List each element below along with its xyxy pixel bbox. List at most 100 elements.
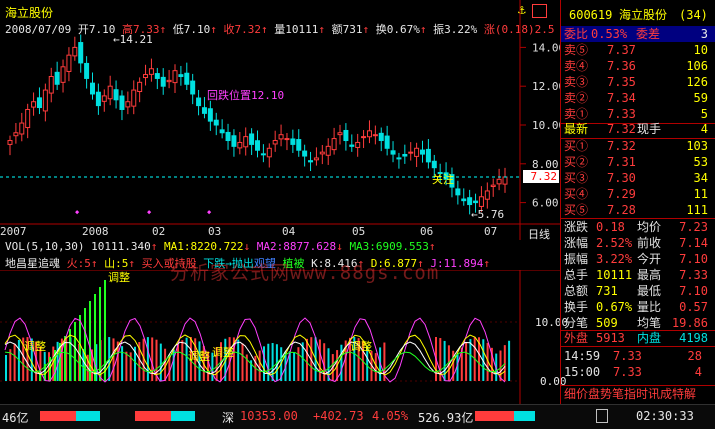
event-marker[interactable]: ◆: [147, 208, 151, 216]
stat-row: 分笔 509 均笔 19.86: [561, 315, 715, 331]
quote-tabs[interactable]: 细价盘势笔指时讯成特解: [561, 386, 715, 402]
adjust-label-3: 调整: [188, 350, 210, 363]
candle-body: [36, 97, 42, 109]
index-label: 深: [222, 411, 235, 425]
time-axis: 2007 2008 02 03 04 05 06 07: [0, 225, 520, 239]
event-marker[interactable]: ◆: [207, 208, 211, 216]
buy-row: 买④ 7.29 11: [561, 186, 715, 202]
candle-body: [284, 138, 290, 141]
candle-body: [54, 71, 60, 85]
index-value: 10353.00: [240, 409, 298, 423]
tick-time: 14:59: [564, 349, 601, 363]
sell-volume: 10: [693, 43, 708, 57]
candle-body: [302, 150, 308, 157]
period-label[interactable]: 日线: [528, 226, 550, 242]
sell-volume: 106: [686, 59, 708, 73]
candle-body: [137, 81, 143, 93]
now-value: 4: [700, 122, 708, 136]
stock-name: 海立股份: [619, 8, 668, 22]
candle-body: [296, 139, 302, 151]
stat-label: 总额: [564, 284, 589, 298]
outer-inner-row: 外盘 5913 内盘 4198: [561, 330, 715, 346]
buy-level-label: 买⑤: [564, 203, 589, 217]
candle-body: [13, 132, 19, 137]
buy-level-label: 买④: [564, 187, 589, 201]
buy-row: 买⑤ 7.28 111: [561, 202, 715, 218]
buy-row: 买③ 7.30 34: [561, 170, 715, 186]
candle-body: [90, 82, 95, 95]
left-breadth-bar: [40, 411, 100, 421]
price-chart[interactable]: 14.00 12.00 10.00 8.00 6.00: [0, 0, 560, 240]
chart-panel[interactable]: 海立股份 2008/07/09 开7.10 高7.33↑ 低7.10↑ 收7.3…: [0, 0, 568, 404]
adjust-label-5: 调整: [350, 340, 372, 353]
tick-volume: 4: [694, 365, 702, 379]
candle-body: [473, 200, 479, 204]
candle-body: [172, 70, 178, 84]
ma2-value: MA2:8877.628: [256, 240, 337, 253]
stat-label: 均笔: [637, 316, 662, 330]
rebound-annotation: 回跌位置12.10: [207, 89, 285, 102]
stat-label: 换手: [564, 300, 589, 314]
stat-label: 今开: [637, 252, 662, 266]
buy-level-label: 买②: [564, 155, 589, 169]
candle-body: [266, 147, 272, 158]
candle-body: [502, 176, 508, 185]
high-mark-label: ←14.21: [113, 33, 153, 46]
candle-body: [113, 89, 119, 101]
candle-body: [107, 85, 113, 100]
x-tick-label: 07: [484, 225, 498, 238]
candle-body: [131, 89, 137, 107]
candle-body: [78, 42, 84, 64]
left-amount: 46亿: [2, 411, 29, 425]
candle-body: [201, 107, 207, 114]
indicator-chart[interactable]: [0, 270, 560, 404]
candle-body: [101, 95, 107, 102]
index-amount: 526.93亿: [418, 411, 474, 425]
tick-volume: 28: [687, 349, 702, 363]
stat-value: 7.10: [679, 252, 708, 266]
buy-row: 买② 7.31 53: [561, 154, 715, 170]
candle-body: [207, 108, 213, 122]
candle-body: [148, 68, 154, 75]
sell-price: 7.34: [607, 91, 636, 105]
stock-code: 600619: [569, 8, 613, 22]
buy-volume: 34: [693, 171, 708, 185]
price-tick-label: 6.00: [532, 197, 559, 210]
candle-body: [343, 129, 349, 142]
candle-body: [372, 134, 378, 137]
candle-body: [95, 91, 101, 107]
quote-panel: 600619 海立股份 (34) 委比 0.53% 委差 3 最新 7.32 现…: [560, 0, 715, 404]
candle-body: [225, 131, 231, 142]
sz-breadth-bar: [475, 411, 535, 421]
quote-tabs-text[interactable]: 细价盘势笔指时讯成特解: [564, 386, 696, 402]
x-tick-label: 06: [420, 225, 434, 238]
x-tick-label: 2007: [0, 225, 27, 238]
candle-body: [414, 147, 420, 157]
weicha-label: 委差: [636, 27, 661, 41]
candle-body: [184, 72, 190, 85]
weibi-label: 委比: [564, 27, 589, 41]
sell-level-label: 卖④: [564, 59, 589, 73]
event-marker[interactable]: ◆: [75, 208, 79, 216]
price-tick-label: 12.00: [532, 80, 560, 93]
price-tick-label: 14.00: [532, 41, 560, 54]
stat-label: 总手: [564, 268, 589, 282]
fire-value: 火:5: [66, 257, 91, 270]
weicha-value: 3: [700, 27, 708, 41]
status-bar: 46亿 深 10353.00 +402.73 4.05% 526.93亿 02:…: [0, 404, 715, 429]
candle-body: [384, 135, 390, 149]
candle-body: [31, 101, 37, 108]
stat-value: 10111: [596, 268, 633, 282]
buy-volume: 53: [693, 155, 708, 169]
vol-indicator-line: VOL(5,10,30) 10111.340↑ MA1:8220.722↓ MA…: [5, 240, 436, 253]
stat-value: 509: [596, 316, 618, 330]
network-icon[interactable]: [596, 409, 608, 423]
buy-volume: 111: [686, 203, 708, 217]
candle-body: [219, 129, 225, 134]
candle-body: [213, 119, 219, 126]
buy-level-label: 买①: [564, 139, 589, 153]
candle-body: [331, 138, 337, 151]
stat-row: 总额 731 最低 7.10: [561, 283, 715, 299]
tick-row: 15:00 7.33 4: [561, 364, 715, 380]
sell-volume: 5: [700, 107, 708, 121]
